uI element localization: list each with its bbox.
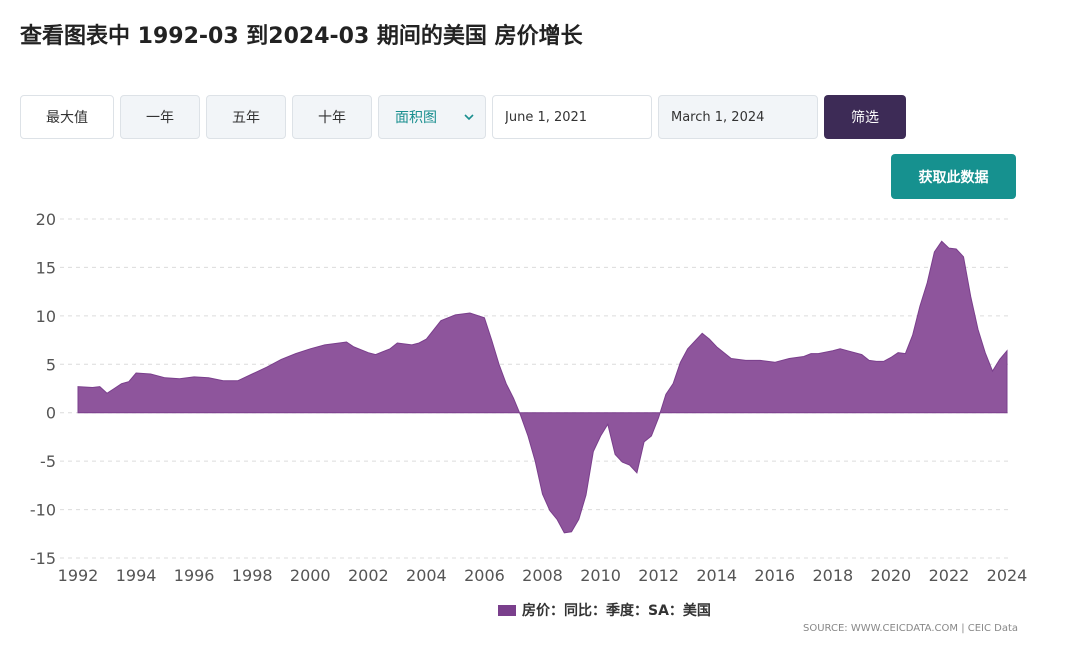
- y-tick-label: 5: [46, 355, 56, 374]
- series-area[interactable]: [77, 240, 1008, 534]
- y-tick-label: 15: [36, 258, 56, 277]
- x-tick-label: 1996: [174, 566, 215, 585]
- x-tick-label: 2018: [812, 566, 853, 585]
- x-tick-label: 1998: [232, 566, 273, 585]
- x-tick-label: 2012: [638, 566, 679, 585]
- x-tick-label: 2004: [406, 566, 447, 585]
- y-tick-label: -15: [30, 549, 56, 568]
- area-chart: -15 -10 -5 0 5 10 15 20 1992 1994 1996 1998 2000 200…: [30, 210, 1028, 585]
- x-tick-label: 2014: [696, 566, 737, 585]
- source-credit: SOURCE: WWW.CEICDATA.COM | CEIC Data: [803, 623, 1019, 634]
- data-area: [77, 240, 1008, 534]
- y-tick-label: -5: [40, 452, 56, 471]
- y-tick-label: -10: [30, 501, 56, 520]
- y-axis-tick-labels: -15 -10 -5 0 5 10 15 20: [30, 210, 56, 568]
- y-tick-label: 0: [46, 404, 56, 423]
- legend[interactable]: 房价：同比：季度：SA：美国: [498, 600, 711, 620]
- x-tick-label: 2008: [522, 566, 563, 585]
- x-tick-label: 2006: [464, 566, 505, 585]
- x-tick-label: 2024: [987, 566, 1028, 585]
- x-tick-label: 2000: [290, 566, 331, 585]
- x-tick-label: 2022: [929, 566, 970, 585]
- x-tick-label: 1992: [58, 566, 99, 585]
- x-tick-label: 2020: [871, 566, 912, 585]
- x-tick-label: 2010: [580, 566, 621, 585]
- legend-label: 房价：同比：季度：SA：美国: [522, 603, 711, 619]
- x-tick-label: 2002: [348, 566, 389, 585]
- x-tick-label: 2016: [754, 566, 795, 585]
- y-tick-label: 10: [36, 307, 56, 326]
- x-tick-label: 1994: [116, 566, 157, 585]
- x-axis-tick-labels: 1992 1994 1996 1998 2000 2002 2004 2006 2008 2010…: [58, 566, 1028, 585]
- legend-swatch: [498, 604, 516, 616]
- y-tick-label: 20: [36, 210, 56, 229]
